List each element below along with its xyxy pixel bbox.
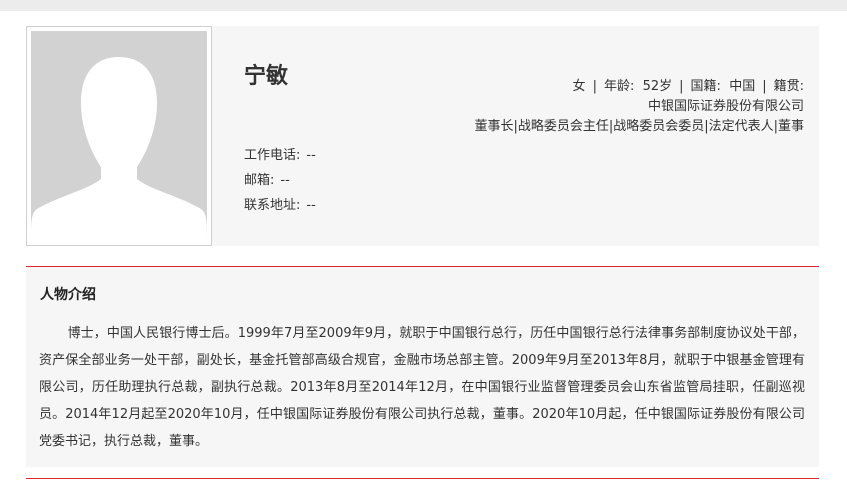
meta-basic-line: 女 | 年龄: 52岁 | 国籍: 中国 | 籍贯: (572, 79, 804, 94)
email-value: -- (280, 173, 290, 188)
person-name: 宁敏 (244, 64, 289, 89)
phone-value: -- (306, 148, 316, 163)
bio-section: 人物介绍 博士，中国人民银行博士后。1999年7月至2009年9月，就职于中国银… (26, 267, 819, 467)
top-bar (0, 0, 847, 11)
address-value: -- (306, 198, 316, 213)
age-value: 52岁 (642, 79, 673, 94)
nationality-value: 中国 (729, 79, 756, 94)
bio-text: 博士，中国人民银行博士后。1999年7月至2009年9月，就职于中国银行总行，历… (39, 326, 805, 449)
origin-label: 籍贯: (773, 79, 804, 94)
email-label: 邮箱: (244, 173, 275, 188)
contact-info: 工作电话: -- 邮箱: -- 联系地址: -- (244, 143, 316, 218)
phone-label: 工作电话: (244, 148, 301, 163)
avatar-placeholder-icon (31, 31, 207, 241)
nationality-label: 国籍: (690, 79, 721, 94)
phone-row: 工作电话: -- (244, 143, 316, 168)
bio-bottom-divider (26, 478, 819, 479)
age-label: 年龄: (603, 79, 635, 94)
address-row: 联系地址: -- (244, 193, 316, 218)
profile-card: 宁敏 女 | 年龄: 52岁 | 国籍: 中国 | 籍贯: 中银国际证券股份有限公司 董事长… (26, 26, 819, 246)
positions-list: 董事长|战略委员会主任|战略委员会委员|法定代表人|董事 (474, 119, 804, 134)
address-label: 联系地址: (244, 198, 301, 213)
person-meta: 女 | 年龄: 52岁 | 国籍: 中国 | 籍贯: 中银国际证券股份有限公司 董事长|战略… (474, 77, 804, 137)
bio-heading: 人物介绍 (40, 287, 96, 303)
email-row: 邮箱: -- (244, 168, 316, 193)
gender-value: 女 (572, 79, 586, 94)
company-name: 中银国际证券股份有限公司 (647, 99, 804, 114)
avatar-frame (26, 26, 212, 246)
